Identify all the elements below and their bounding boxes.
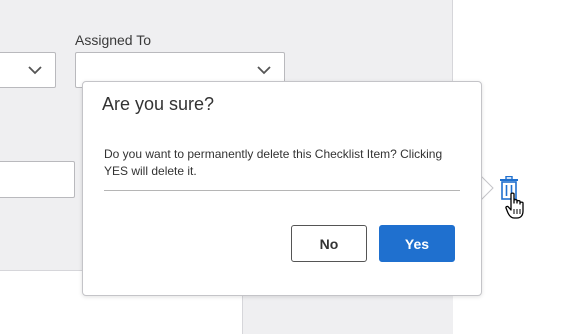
no-button[interactable]: No bbox=[291, 225, 367, 262]
confirm-delete-dialog: Are you sure? Do you want to permanently… bbox=[82, 81, 482, 296]
first-select[interactable] bbox=[0, 52, 56, 88]
text-input-field[interactable] bbox=[0, 161, 75, 198]
chevron-down-icon bbox=[28, 66, 42, 75]
assigned-to-label: Assigned To bbox=[75, 32, 152, 48]
dialog-pointer-arrow bbox=[480, 175, 494, 201]
hand-pointer-cursor bbox=[505, 192, 524, 219]
dialog-message: Do you want to permanently delete this C… bbox=[104, 147, 443, 178]
chevron-down-icon bbox=[257, 66, 271, 75]
dialog-title: Are you sure? bbox=[102, 94, 215, 114]
dialog-divider bbox=[104, 190, 460, 191]
yes-button[interactable]: Yes bbox=[379, 225, 455, 262]
